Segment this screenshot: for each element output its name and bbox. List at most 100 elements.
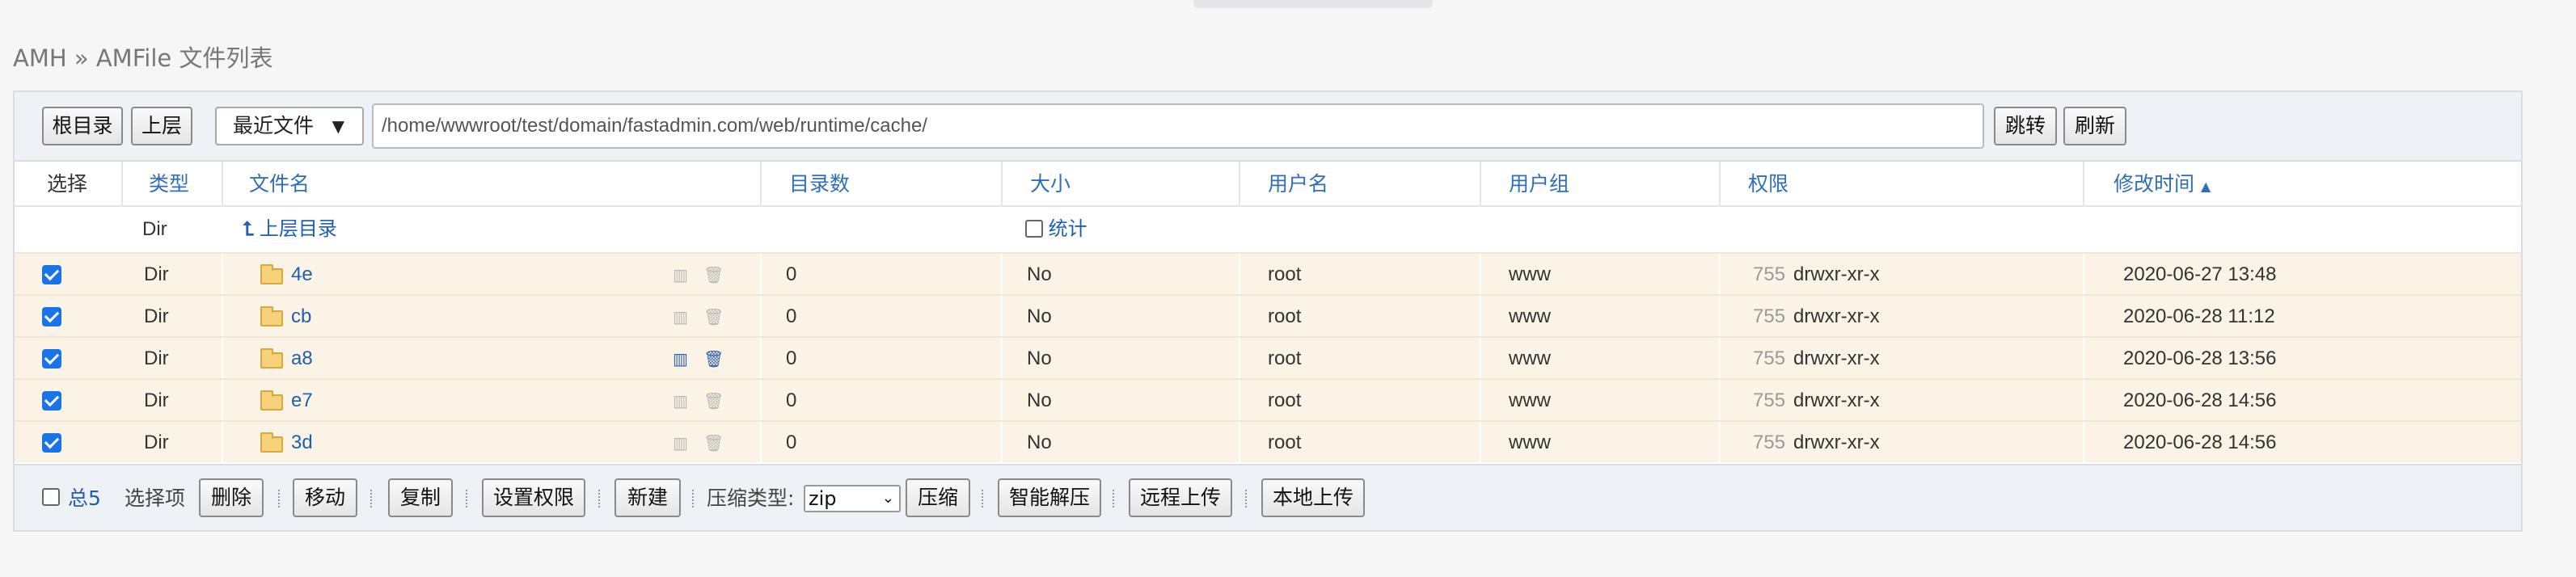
row-checkbox[interactable] [42, 349, 61, 369]
path-input[interactable]: /home/wwwroot/test/domain/fastadmin.com/… [372, 103, 1984, 149]
row-dir-count: 0 [786, 347, 797, 369]
file-list-panel: 根目录 上层 最近文件 ▼ /home/wwwroot/test/domain/… [13, 91, 2523, 532]
chevron-down-icon: ⌄ [881, 490, 894, 507]
folder-icon [260, 432, 283, 453]
row-perm-string: drwxr-xr-x [1793, 432, 1880, 453]
row-perm-number[interactable]: 755 [1753, 296, 1785, 336]
col-dir-count[interactable]: 目录数 [789, 162, 850, 207]
col-permission[interactable]: 权限 [1748, 162, 1788, 207]
action-footer: 总5 选择项 删除 移动 复制 设置权限 新建 压缩类型: zip ⌄ 压缩 智… [15, 464, 2521, 530]
table-row[interactable]: Dir 4e ▥ 🗑 0 No root www 755 drwxr-xr-x 2020-06-27… [15, 252, 2521, 294]
remote-upload-button[interactable]: 远程上传 [1129, 478, 1232, 517]
parent-dir-link[interactable]: ⮤ 上层目录 [243, 207, 337, 252]
row-size: No [1027, 305, 1052, 327]
stat-checkbox[interactable] [1025, 219, 1043, 238]
local-upload-button[interactable]: 本地上传 [1261, 478, 1365, 517]
recent-files-label: 最近文件 [233, 114, 315, 137]
row-checkbox[interactable] [42, 307, 61, 326]
breadcrumb: AMH » AMFile 文件列表 [13, 44, 273, 72]
recent-files-select[interactable]: 最近文件 ▼ [215, 107, 364, 145]
row-filename-link[interactable]: 4e [291, 254, 313, 294]
copy-button[interactable]: 复制 [388, 478, 453, 517]
row-perm-number[interactable]: 755 [1753, 422, 1785, 462]
col-usergroup[interactable]: 用户组 [1509, 162, 1569, 207]
compress-type-select[interactable]: zip ⌄ [804, 485, 901, 512]
row-filename-link[interactable]: cb [291, 296, 311, 336]
row-modified-time: 2020-06-28 11:12 [2123, 305, 2275, 327]
stats-icon[interactable]: ▥ [673, 254, 688, 296]
row-username: root [1268, 263, 1302, 285]
table-row[interactable]: Dir 3d ▥ 🗑 0 No root www 755 drwxr-xr-x 2020-06-28… [15, 420, 2521, 462]
col-select: 选择 [47, 172, 88, 196]
stats-icon[interactable]: ▥ [673, 380, 688, 422]
col-filename[interactable]: 文件名 [249, 162, 310, 207]
folder-icon [260, 390, 283, 411]
sort-asc-icon: ▲ [2200, 179, 2211, 194]
row-perm-string: drwxr-xr-x [1793, 390, 1880, 411]
folder-icon [260, 264, 283, 284]
folder-icon [260, 348, 283, 369]
col-type[interactable]: 类型 [149, 162, 189, 207]
stats-icon[interactable]: ▥ [673, 296, 688, 338]
row-size: No [1027, 432, 1052, 453]
select-all-checkbox[interactable] [42, 488, 60, 506]
row-type: Dir [144, 347, 169, 369]
stats-icon[interactable]: ▥ [673, 422, 688, 464]
trash-icon[interactable]: 🗑 [703, 254, 724, 296]
move-button[interactable]: 移动 [293, 478, 357, 517]
col-username[interactable]: 用户名 [1268, 162, 1328, 207]
table-row[interactable]: Dir e7 ▥ 🗑 0 No root www 755 drwxr-xr-x 2020-06-28… [15, 378, 2521, 420]
row-dir-count: 0 [786, 263, 797, 285]
row-size: No [1027, 347, 1052, 369]
row-size: No [1027, 390, 1052, 411]
trash-icon[interactable]: 🗑 [703, 296, 724, 338]
col-modified-time-label: 修改时间 [2114, 172, 2195, 196]
refresh-button[interactable]: 刷新 [2063, 107, 2126, 145]
row-username: root [1268, 305, 1302, 327]
row-checkbox[interactable] [42, 433, 61, 453]
row-username: root [1268, 390, 1302, 411]
row-perm-string: drwxr-xr-x [1793, 305, 1880, 327]
caret-down-icon: ▼ [332, 116, 344, 136]
new-button[interactable]: 新建 [614, 478, 681, 517]
row-size: No [1027, 263, 1052, 285]
row-usergroup: www [1509, 432, 1551, 453]
row-modified-time: 2020-06-28 14:56 [2123, 432, 2277, 453]
row-dir-count: 0 [786, 432, 797, 453]
row-modified-time: 2020-06-27 13:48 [2123, 263, 2277, 285]
table-row[interactable]: Dir a8 ▥ 🗑 0 No root www 755 drwxr-xr-x 2020-06-28… [15, 336, 2521, 378]
row-perm-number[interactable]: 755 [1753, 254, 1785, 294]
row-perm-number[interactable]: 755 [1753, 338, 1785, 378]
table-row[interactable]: Dir cb ▥ 🗑 0 No root www 755 drwxr-xr-x 2020-06-28… [15, 294, 2521, 336]
compress-type-label: 压缩类型: [707, 486, 795, 510]
set-permission-button[interactable]: 设置权限 [482, 478, 585, 517]
col-modified-time[interactable]: 修改时间 ▲ [2114, 162, 2211, 207]
total-count: 总5 [68, 486, 101, 510]
row-perm-number[interactable]: 755 [1753, 380, 1785, 420]
top-tab-handle [1193, 0, 1433, 8]
col-size[interactable]: 大小 [1030, 162, 1071, 207]
stats-icon[interactable]: ▥ [673, 338, 688, 380]
go-button[interactable]: 跳转 [1994, 107, 2057, 145]
compress-button[interactable]: 压缩 [906, 478, 970, 517]
row-type: Dir [144, 390, 169, 411]
trash-icon[interactable]: 🗑 [703, 422, 724, 464]
row-checkbox[interactable] [42, 265, 61, 284]
table-header: 选择 类型 文件名 目录数 大小 用户名 用户组 权限 修改时间 ▲ [15, 162, 2521, 207]
up-level-button[interactable]: 上层 [131, 107, 192, 145]
row-filename-link[interactable]: 3d [291, 422, 313, 462]
row-usergroup: www [1509, 347, 1551, 369]
row-type: Dir [144, 305, 169, 327]
row-usergroup: www [1509, 263, 1551, 285]
row-type: Dir [144, 263, 169, 285]
row-dir-count: 0 [786, 390, 797, 411]
trash-icon[interactable]: 🗑 [703, 380, 724, 422]
root-dir-button[interactable]: 根目录 [42, 107, 123, 145]
row-filename-link[interactable]: a8 [291, 338, 313, 378]
trash-icon[interactable]: 🗑 [703, 338, 724, 380]
row-filename-link[interactable]: e7 [291, 380, 313, 420]
row-checkbox[interactable] [42, 391, 61, 411]
smart-extract-button[interactable]: 智能解压 [998, 478, 1101, 517]
delete-button[interactable]: 删除 [199, 478, 264, 517]
stat-toggle[interactable]: 统计 [1025, 207, 1087, 252]
